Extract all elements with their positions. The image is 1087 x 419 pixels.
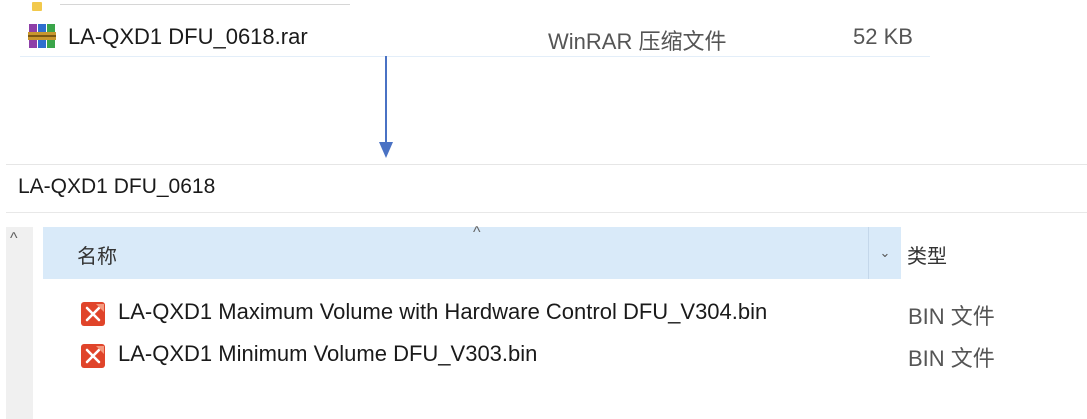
winrar-archive-icon [28,24,56,48]
column-header-name[interactable]: 名称 ^ [43,224,868,279]
folder-title: LA-QXD1 DFU_0618 [18,175,216,198]
column-header-row: 名称 ^ ⌄ 类型 [43,224,1087,279]
column-header-type[interactable]: 类型 [907,240,947,269]
archive-file-size: 52 KB [853,24,913,49]
file-row[interactable]: LA-QXD1 Minimum Volume DFU_V303.bin BIN … [43,335,1083,377]
file-name: LA-QXD1 Minimum Volume DFU_V303.bin [118,341,538,366]
scroll-up-icon[interactable]: ^ [10,231,18,247]
file-row[interactable]: LA-QXD1 Maximum Volume with Hardware Con… [43,293,1083,335]
file-name: LA-QXD1 Maximum Volume with Hardware Con… [118,299,768,324]
column-header-name-label: 名称 [77,246,117,268]
archive-file-panel: LA-QXD1 DFU_0618.rar WinRAR 压缩文件 52 KB [20,2,975,57]
file-type: BIN 文件 [908,346,995,371]
column-filter-dropdown-icon[interactable]: ⌄ [868,227,901,279]
archive-file-type: WinRAR 压缩文件 [548,29,727,54]
file-list: LA-QXD1 Maximum Volume with Hardware Con… [43,293,1083,377]
sort-ascending-icon: ^ [473,224,481,241]
down-arrow-icon [379,56,393,158]
bin-file-icon [81,344,105,368]
file-type: BIN 文件 [908,304,995,329]
archive-file-name: LA-QXD1 DFU_0618.rar [68,24,308,49]
archive-file-row[interactable]: LA-QXD1 DFU_0618.rar WinRAR 压缩文件 52 KB [20,16,930,57]
explorer-window: LA-QXD1 DFU_0618 ^ 名称 ^ ⌄ 类型 LA-QXD1 Max… [6,164,1087,419]
vertical-scrollbar[interactable]: ^ [6,227,33,419]
bin-file-icon [81,302,105,326]
partial-row-divider [60,4,350,11]
partial-folder-icon [32,2,42,11]
title-divider [6,212,1087,213]
